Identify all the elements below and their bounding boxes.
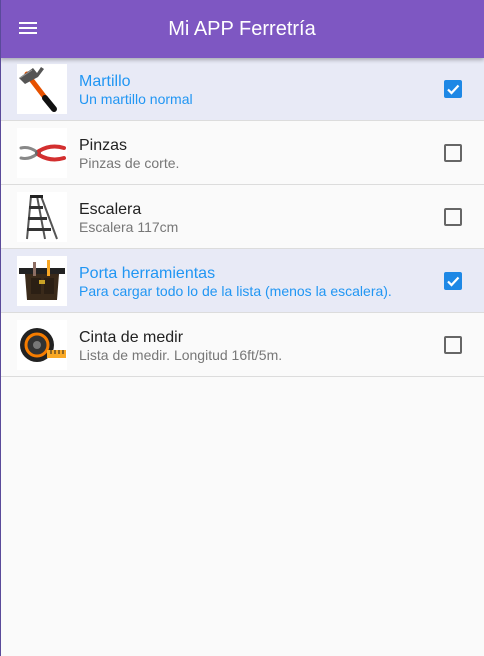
checkbox[interactable] <box>444 144 462 162</box>
item-title: Escalera <box>79 201 142 218</box>
app-title: Mi APP Ferretría <box>168 18 316 40</box>
tool-list: Martillo Un martillo normal Pinzas Pinza… <box>1 57 484 377</box>
item-title: Martillo <box>79 73 131 90</box>
check-icon <box>447 276 460 287</box>
list-item-pinzas[interactable]: Pinzas Pinzas de corte. <box>1 121 484 185</box>
app-bar: Mi APP Ferretría <box>0 0 484 58</box>
item-subtitle: Un martillo normal <box>79 91 193 107</box>
item-title: Porta herramientas <box>79 265 216 282</box>
checkbox[interactable] <box>444 336 462 354</box>
check-icon <box>447 84 460 95</box>
checkbox[interactable] <box>444 80 462 98</box>
item-subtitle: Pinzas de corte. <box>79 155 180 171</box>
item-subtitle: Lista de medir. Longitud 16ft/5m. <box>79 347 283 363</box>
checkbox[interactable] <box>444 272 462 290</box>
item-subtitle: Escalera 117cm <box>79 219 179 235</box>
item-title: Pinzas <box>79 137 128 154</box>
tape-measure-icon <box>17 320 67 370</box>
item-title: Cinta de medir <box>79 329 184 346</box>
list-item-martillo[interactable]: Martillo Un martillo normal <box>1 57 484 121</box>
window-edge <box>0 0 1 656</box>
pliers-icon <box>17 128 67 178</box>
tool-belt-icon <box>17 256 67 306</box>
list-item-porta-herramientas[interactable]: Porta herramientas Para cargar todo lo d… <box>1 249 484 313</box>
list-item-escalera[interactable]: Escalera Escalera 117cm <box>1 185 484 249</box>
hammer-icon <box>17 64 67 114</box>
checkbox[interactable] <box>444 208 462 226</box>
ladder-icon <box>17 192 67 242</box>
item-subtitle: Para cargar todo lo de la lista (menos l… <box>79 283 392 299</box>
list-item-cinta-de-medir[interactable]: Cinta de medir Lista de medir. Longitud … <box>1 313 484 377</box>
